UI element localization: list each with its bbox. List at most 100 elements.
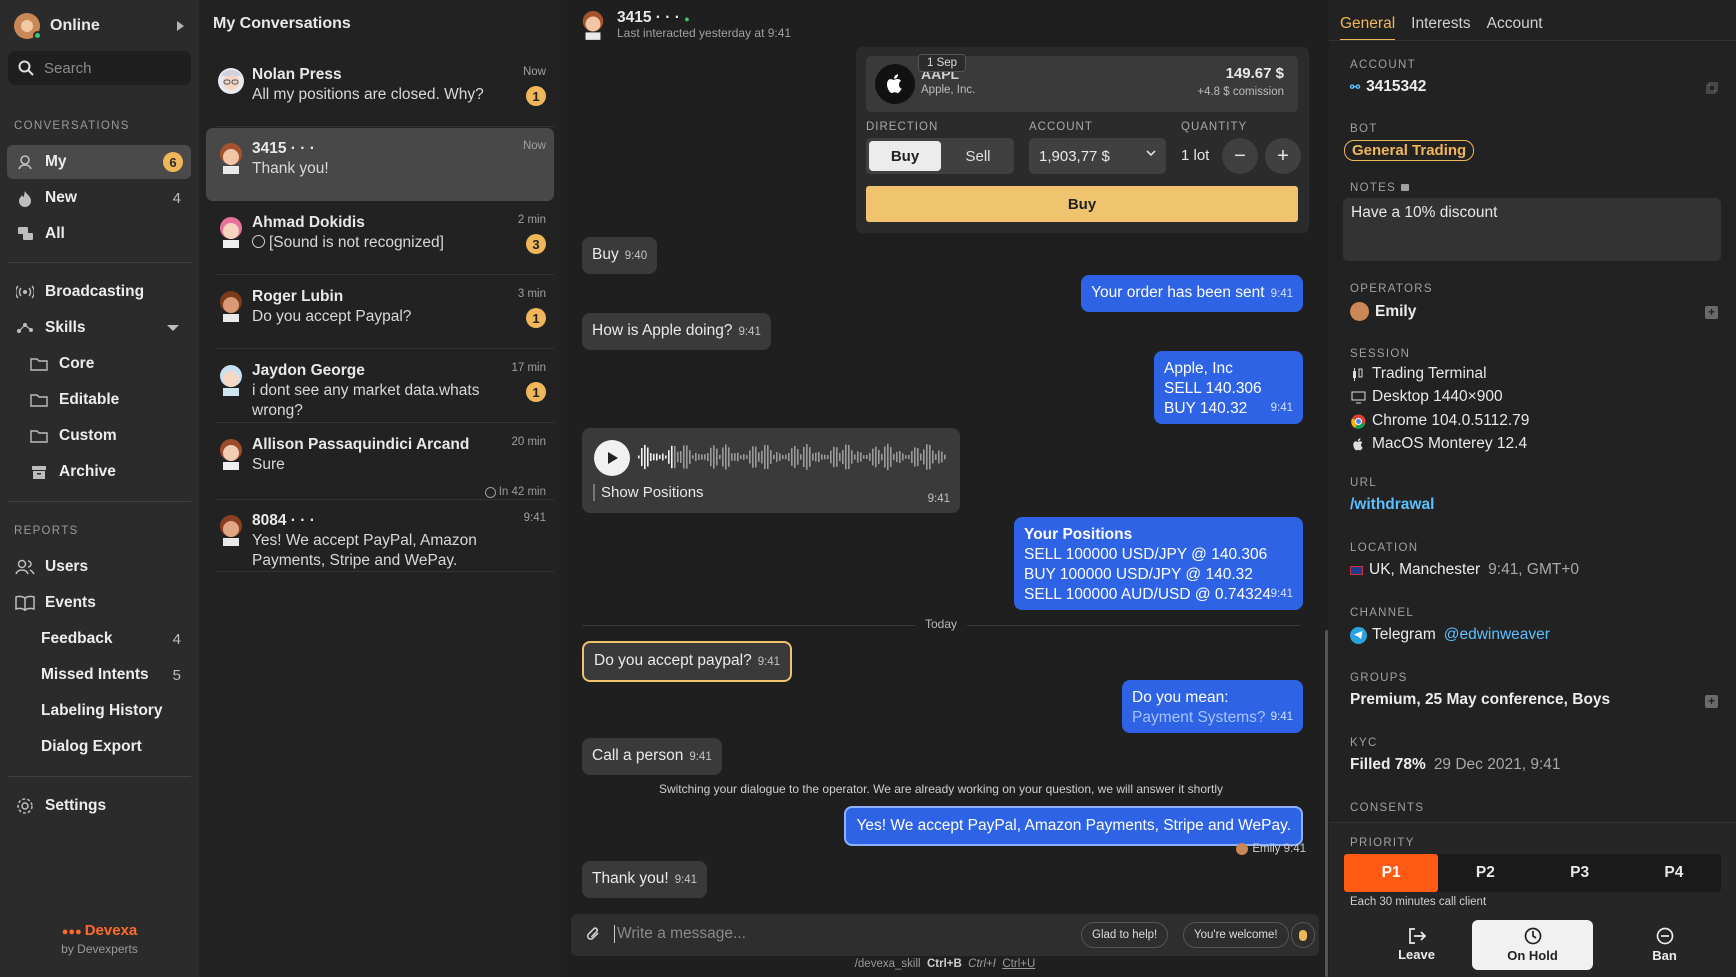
- desktop-icon: [1350, 389, 1366, 405]
- conversation-item[interactable]: Roger Lubin Do you accept Paypal? 3 min …: [206, 276, 554, 349]
- conversation-preview: All my positions are closed. Why?: [252, 86, 484, 103]
- url-label: URL: [1350, 477, 1377, 489]
- avatar: [220, 217, 242, 248]
- conversation-list-title: My Conversations: [213, 15, 351, 32]
- archive-icon: [29, 463, 49, 481]
- nav-item-label: New: [45, 189, 77, 206]
- nav-item-archive[interactable]: Archive: [7, 455, 191, 489]
- status-label: Online: [50, 17, 100, 34]
- tab-general[interactable]: General: [1340, 15, 1396, 41]
- direction-toggle: Buy Sell: [866, 138, 1014, 174]
- folder-icon: [29, 427, 49, 445]
- payment-systems-link[interactable]: Payment Systems?: [1132, 708, 1293, 728]
- divider: [216, 422, 554, 423]
- nav-item-all[interactable]: All: [7, 217, 191, 251]
- conversation-item[interactable]: 3415 · · · Thank you! Now: [206, 128, 554, 201]
- quick-reply-button[interactable]: You're welcome!: [1183, 922, 1289, 948]
- conversation-item[interactable]: Jaydon George i dont see any market data…: [206, 350, 554, 423]
- channel-handle-link[interactable]: @edwinweaver: [1444, 626, 1550, 644]
- nav-item-custom[interactable]: Custom: [7, 419, 191, 453]
- search-input[interactable]: Search: [8, 51, 191, 85]
- message-outgoing: Your order has been sent 9:41: [1081, 275, 1303, 312]
- bot-chip[interactable]: General Trading: [1344, 140, 1475, 161]
- nav-item-core[interactable]: Core: [7, 347, 191, 381]
- nav-item-events[interactable]: Events: [7, 586, 191, 620]
- paperclip-icon[interactable]: [585, 925, 601, 943]
- tab-account[interactable]: Account: [1487, 15, 1543, 41]
- copy-icon[interactable]: [1706, 82, 1718, 94]
- add-operator-icon[interactable]: +: [1705, 306, 1718, 319]
- divider: [8, 501, 191, 502]
- priority-p3-button[interactable]: P3: [1533, 854, 1627, 892]
- conversations-section-title: CONVERSATIONS: [14, 120, 130, 132]
- add-group-icon[interactable]: +: [1705, 695, 1718, 708]
- leave-button[interactable]: Leave: [1356, 920, 1477, 970]
- quantity-increment-button[interactable]: +: [1265, 138, 1301, 174]
- location-time: 9:41, GMT+0: [1488, 561, 1580, 578]
- count-badge: 6: [163, 152, 183, 172]
- conversation-name: 8084 · · ·: [252, 512, 315, 529]
- message-input[interactable]: Write a message...: [614, 925, 746, 943]
- priority-p4-button[interactable]: P4: [1627, 854, 1721, 892]
- quick-reply-button[interactable]: Glad to help!: [1081, 922, 1169, 948]
- sound-icon: [252, 235, 265, 248]
- groups-label: GROUPS: [1350, 672, 1408, 684]
- nav-item-labeling-history[interactable]: Labeling History: [7, 694, 191, 728]
- nav-item-dialog-export[interactable]: Dialog Export: [7, 730, 191, 764]
- nav-item-feedback[interactable]: Feedback 4: [7, 622, 191, 656]
- conversation-item[interactable]: Allison Passaquindici Arcand Sure 20 min…: [206, 424, 554, 500]
- message-incoming: Call a person 9:41: [582, 738, 722, 775]
- account-select[interactable]: 1,903,77 $: [1029, 138, 1166, 174]
- conversation-name: Jaydon George: [252, 362, 365, 379]
- tab-interests[interactable]: Interests: [1411, 15, 1470, 41]
- chat-scrollbar[interactable]: [1325, 630, 1328, 977]
- on-hold-button[interactable]: On Hold: [1472, 920, 1593, 970]
- url-link[interactable]: /withdrawal: [1350, 496, 1434, 514]
- nav-item-users[interactable]: Users: [7, 550, 191, 584]
- nav-item-missed-intents[interactable]: Missed Intents 5: [7, 658, 191, 692]
- conversation-time: Now: [522, 140, 546, 152]
- channel-label: CHANNEL: [1350, 607, 1415, 619]
- priority-p2-button[interactable]: P2: [1438, 854, 1532, 892]
- direction-buy-button[interactable]: Buy: [869, 141, 941, 171]
- session-browser: Chrome 104.0.5112.79: [1350, 412, 1529, 430]
- user-info-panel: General Interests Account ACCOUNT ⚯ 34153…: [1329, 0, 1736, 977]
- submit-buy-button[interactable]: Buy: [866, 186, 1298, 222]
- ban-button[interactable]: Ban: [1604, 920, 1725, 970]
- avatar: [220, 143, 242, 174]
- nav-item-broadcasting[interactable]: Broadcasting: [7, 275, 191, 309]
- nav-item-label: Dialog Export: [41, 738, 142, 755]
- positions-title: Your Positions: [1024, 526, 1133, 543]
- chat-header: 3415 · · · ● Last interacted yesterday a…: [579, 8, 791, 44]
- play-button[interactable]: [594, 440, 630, 476]
- message-time: 9:41: [689, 751, 712, 763]
- divider: [8, 776, 191, 777]
- nav-item-settings[interactable]: Settings: [7, 789, 191, 823]
- message-incoming: How is Apple doing? 9:41: [582, 313, 771, 350]
- operator-avatar: [1350, 302, 1369, 321]
- conversation-item[interactable]: Nolan Press All my positions are closed.…: [206, 54, 554, 127]
- priority-p1-button[interactable]: P1: [1344, 854, 1439, 892]
- direction-sell-button[interactable]: Sell: [944, 141, 1012, 171]
- priority-selector: P1 P2 P3 P4: [1344, 854, 1721, 892]
- conversation-item[interactable]: 8084 · · · Yes! We accept PayPal, Amazon…: [206, 500, 554, 572]
- nav-item-label: Users: [45, 558, 89, 575]
- session-os: MacOS Monterey 12.4: [1350, 435, 1527, 453]
- emoji-button[interactable]: [1291, 922, 1315, 948]
- nav-item-new[interactable]: New 4: [7, 181, 191, 215]
- divider: [1329, 40, 1736, 41]
- formatting-shortcuts: /devexa_skill Ctrl+B Ctrl+I Ctrl+U: [854, 958, 1036, 970]
- conversation-item[interactable]: Ahmad Dokidis [Sound is not recognized] …: [206, 202, 554, 275]
- conversation-preview: Sure: [252, 456, 285, 473]
- operator-value: Emily: [1350, 302, 1416, 321]
- nav-item-editable[interactable]: Editable: [7, 383, 191, 417]
- status-selector[interactable]: Online: [14, 12, 184, 40]
- message-time: 9:41: [1270, 402, 1293, 414]
- divider: [216, 348, 554, 349]
- nav-item-my[interactable]: My 6: [7, 145, 191, 179]
- nav-item-skills[interactable]: Skills: [7, 311, 191, 345]
- play-icon: [607, 452, 618, 464]
- notes-field[interactable]: Have a 10% discount: [1343, 198, 1721, 261]
- quantity-decrement-button[interactable]: −: [1222, 138, 1258, 174]
- nav-item-label: All: [45, 225, 65, 242]
